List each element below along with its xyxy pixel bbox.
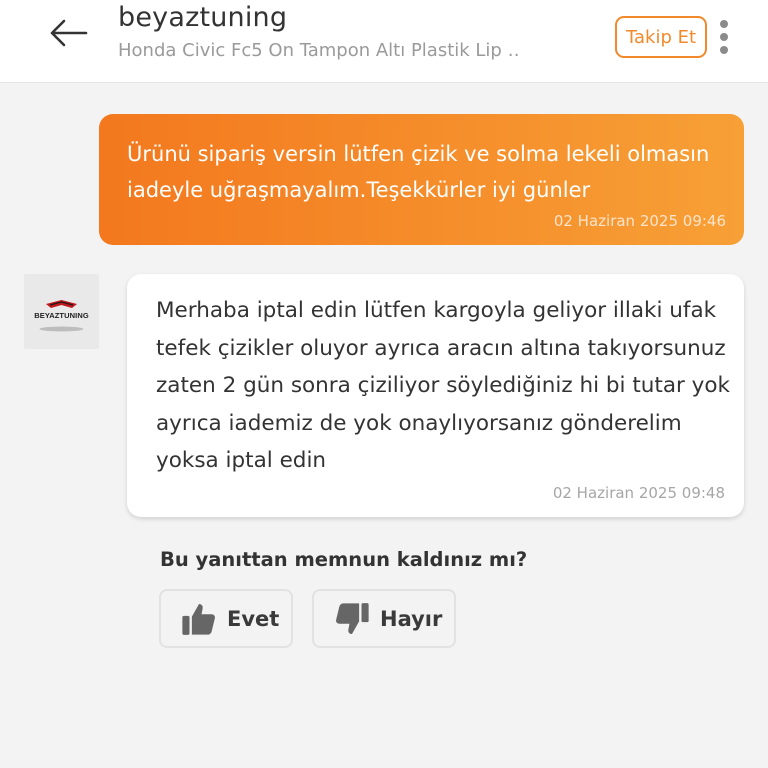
- thumbs-up-icon: [179, 599, 219, 639]
- feedback-yes-label: Evet: [227, 606, 280, 631]
- seller-avatar[interactable]: BEYAZTUNING: [24, 274, 99, 349]
- feedback-question: Bu yanıttan memnun kaldınız mı?: [160, 548, 528, 571]
- feedback-no-button[interactable]: Hayır: [312, 589, 456, 648]
- product-name[interactable]: Honda Civic Fc5 On Tampon Altı Plastik L…: [118, 40, 518, 61]
- message-text: Ürünü sipariş versin lütfen çizik ve sol…: [127, 142, 710, 202]
- seller-logo-text: BEYAZTUNING: [34, 311, 89, 320]
- feedback-no-label: Hayır: [380, 606, 443, 631]
- store-name[interactable]: beyaztuning: [118, 2, 287, 33]
- more-vertical-icon: [720, 20, 728, 28]
- arrow-left-icon: [50, 19, 88, 47]
- more-options-button[interactable]: [712, 14, 736, 60]
- back-button[interactable]: [40, 8, 96, 58]
- feedback-yes-button[interactable]: Evet: [159, 589, 293, 648]
- message-timestamp: 02 Haziran 2025 09:48: [552, 484, 725, 502]
- message-timestamp: 02 Haziran 2025 09:46: [553, 212, 726, 230]
- message-text: Merhaba iptal edin lütfen kargoyla geliy…: [156, 298, 731, 473]
- outgoing-message: Ürünü sipariş versin lütfen çizik ve sol…: [99, 114, 744, 245]
- follow-button[interactable]: Takip Et: [615, 16, 707, 58]
- thumbs-down-icon: [332, 599, 372, 639]
- incoming-message: Merhaba iptal edin lütfen kargoyla geliy…: [127, 274, 744, 517]
- chat-header: beyaztuning Honda Civic Fc5 On Tampon Al…: [0, 0, 768, 83]
